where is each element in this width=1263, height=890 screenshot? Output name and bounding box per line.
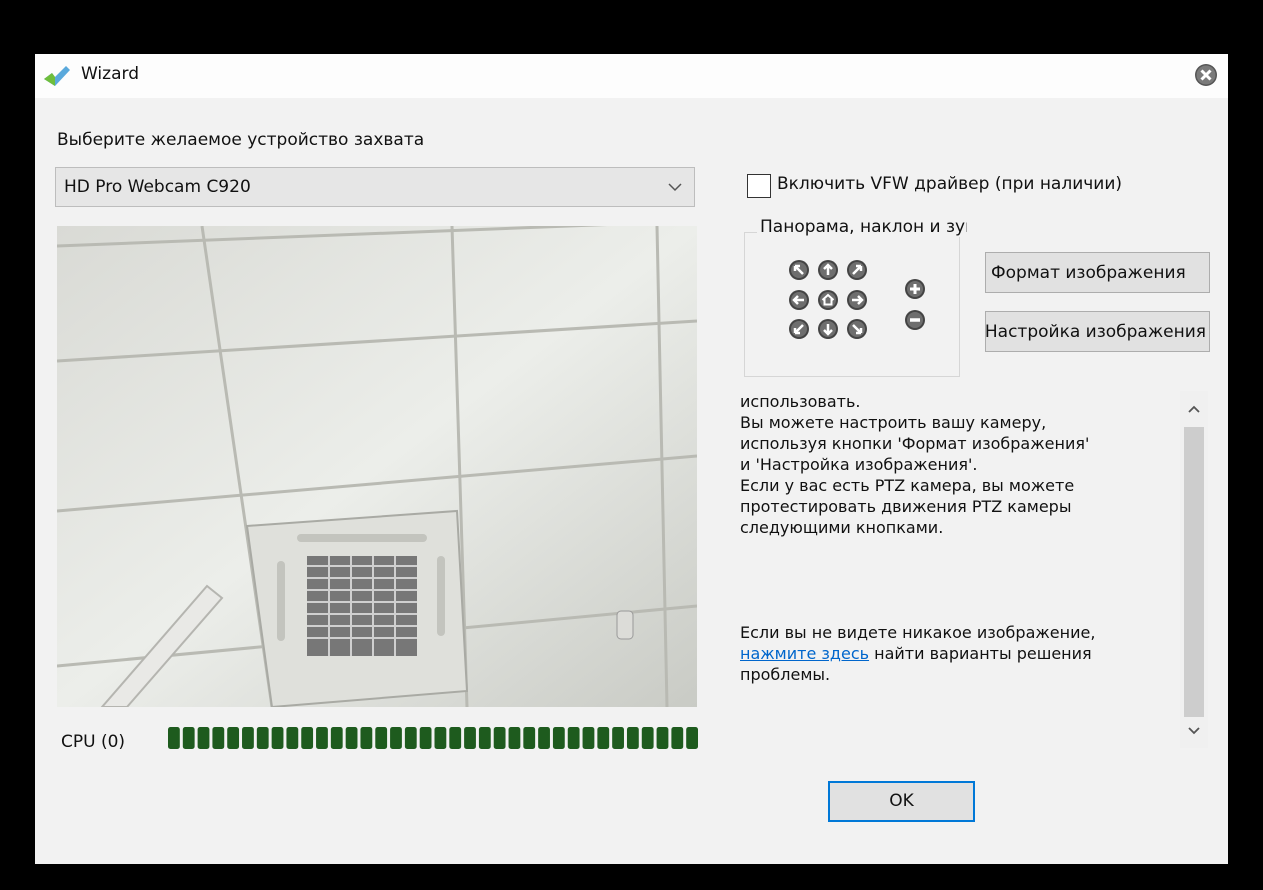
vfw-checkbox[interactable] bbox=[747, 174, 771, 198]
cpu-segment bbox=[612, 727, 624, 749]
cpu-segment bbox=[552, 727, 565, 749]
scroll-thumb[interactable] bbox=[1184, 427, 1204, 717]
cpu-segment bbox=[271, 727, 284, 749]
image-settings-button-label: Настройка изображения bbox=[985, 322, 1206, 342]
cpu-segment bbox=[168, 727, 180, 749]
cpu-segment bbox=[493, 727, 506, 749]
arrow-down-left-icon[interactable] bbox=[788, 318, 810, 340]
help-line: следующими кнопками. bbox=[740, 518, 944, 537]
ptz-group-title: Панорама, наклон и зум bbox=[757, 217, 967, 237]
cpu-label: CPU (0) bbox=[61, 732, 126, 752]
trouble-link-line: нажмите здесь найти варианты решения bbox=[740, 643, 1178, 664]
arrow-up-icon[interactable] bbox=[817, 259, 839, 281]
camera-preview bbox=[57, 226, 697, 707]
device-label: Выберите желаемое устройство захвата bbox=[57, 130, 425, 150]
zoom-in-icon[interactable] bbox=[904, 278, 926, 300]
window-title: Wizard bbox=[81, 64, 139, 84]
cpu-segment bbox=[478, 727, 491, 749]
cpu-segment bbox=[345, 727, 358, 749]
ceiling-ac-unit bbox=[245, 509, 469, 707]
zoom-out-icon[interactable] bbox=[904, 309, 926, 331]
help-line: протестировать движения PTZ камеры bbox=[740, 497, 1072, 516]
cpu-segment bbox=[567, 727, 580, 749]
cpu-segment bbox=[301, 727, 314, 749]
help-text: использовать. Вы можете настроить вашу к… bbox=[740, 391, 1178, 746]
close-icon[interactable] bbox=[1194, 63, 1218, 87]
cpu-segment bbox=[242, 727, 254, 749]
arrow-up-right-icon[interactable] bbox=[846, 259, 868, 281]
app-logo-icon bbox=[44, 66, 70, 86]
help-line: Вы можете настроить вашу камеру, bbox=[740, 413, 1047, 432]
cpu-segment bbox=[182, 727, 195, 749]
cpu-segment bbox=[375, 727, 388, 749]
scroll-down-icon[interactable] bbox=[1186, 723, 1202, 739]
cpu-segment bbox=[434, 727, 447, 749]
cpu-segment bbox=[626, 727, 639, 749]
help-scrollbar[interactable] bbox=[1180, 391, 1208, 748]
help-line: использовать. bbox=[740, 392, 861, 411]
device-select-value: HD Pro Webcam C920 bbox=[64, 177, 251, 197]
scroll-up-icon[interactable] bbox=[1186, 401, 1202, 417]
image-format-button-label: Формат изображения bbox=[991, 263, 1186, 283]
cpu-segment bbox=[197, 727, 210, 749]
cpu-segment bbox=[508, 727, 521, 749]
help-line: используя кнопки 'Формат изображения' bbox=[740, 434, 1090, 453]
arrow-down-right-icon[interactable] bbox=[846, 318, 868, 340]
cpu-segment bbox=[390, 727, 402, 749]
help-line: и 'Настройка изображения'. bbox=[740, 455, 978, 474]
help-line: Если у вас есть PTZ камера, вы можете bbox=[740, 476, 1075, 495]
title-bar: Wizard bbox=[35, 54, 1228, 98]
trouble-suffix: найти варианты решения bbox=[869, 644, 1092, 663]
cpu-meter bbox=[168, 727, 698, 749]
troubleshoot-link[interactable]: нажмите здесь bbox=[740, 644, 869, 663]
arrow-down-icon[interactable] bbox=[817, 318, 839, 340]
trouble-end: проблемы. bbox=[740, 665, 831, 684]
cpu-segment bbox=[449, 727, 462, 749]
cpu-segment bbox=[656, 727, 669, 749]
home-icon[interactable] bbox=[817, 289, 839, 311]
cpu-segment bbox=[641, 727, 654, 749]
wizard-window: Wizard Выберите желаемое устройство захв… bbox=[35, 54, 1228, 864]
cpu-segment bbox=[286, 727, 299, 749]
trouble-line: Если вы не видете никакое изображение, bbox=[740, 623, 1096, 642]
cpu-segment bbox=[212, 727, 225, 749]
device-select[interactable]: HD Pro Webcam C920 bbox=[55, 167, 695, 207]
cpu-segment bbox=[316, 727, 328, 749]
cpu-segment bbox=[671, 727, 684, 749]
cpu-segment bbox=[360, 727, 373, 749]
arrow-up-left-icon[interactable] bbox=[788, 259, 810, 281]
cpu-segment bbox=[538, 727, 550, 749]
arrow-right-icon[interactable] bbox=[846, 289, 868, 311]
vfw-checkbox-label[interactable]: Включить VFW драйвер (при наличии) bbox=[777, 174, 1122, 194]
cpu-segment bbox=[464, 727, 476, 749]
image-format-button[interactable]: Формат изображения bbox=[985, 252, 1210, 293]
cpu-segment bbox=[227, 727, 240, 749]
cpu-segment bbox=[686, 727, 698, 749]
image-settings-button[interactable]: Настройка изображения bbox=[985, 311, 1210, 352]
cpu-segment bbox=[523, 727, 536, 749]
cpu-segment bbox=[330, 727, 343, 749]
cpu-segment bbox=[404, 727, 417, 749]
cpu-segment bbox=[582, 727, 595, 749]
chevron-down-icon bbox=[668, 183, 682, 192]
cpu-segment bbox=[256, 727, 269, 749]
cpu-segment bbox=[597, 727, 610, 749]
arrow-left-icon[interactable] bbox=[788, 289, 810, 311]
ok-button[interactable]: OK bbox=[828, 781, 975, 822]
cpu-segment bbox=[419, 727, 432, 749]
